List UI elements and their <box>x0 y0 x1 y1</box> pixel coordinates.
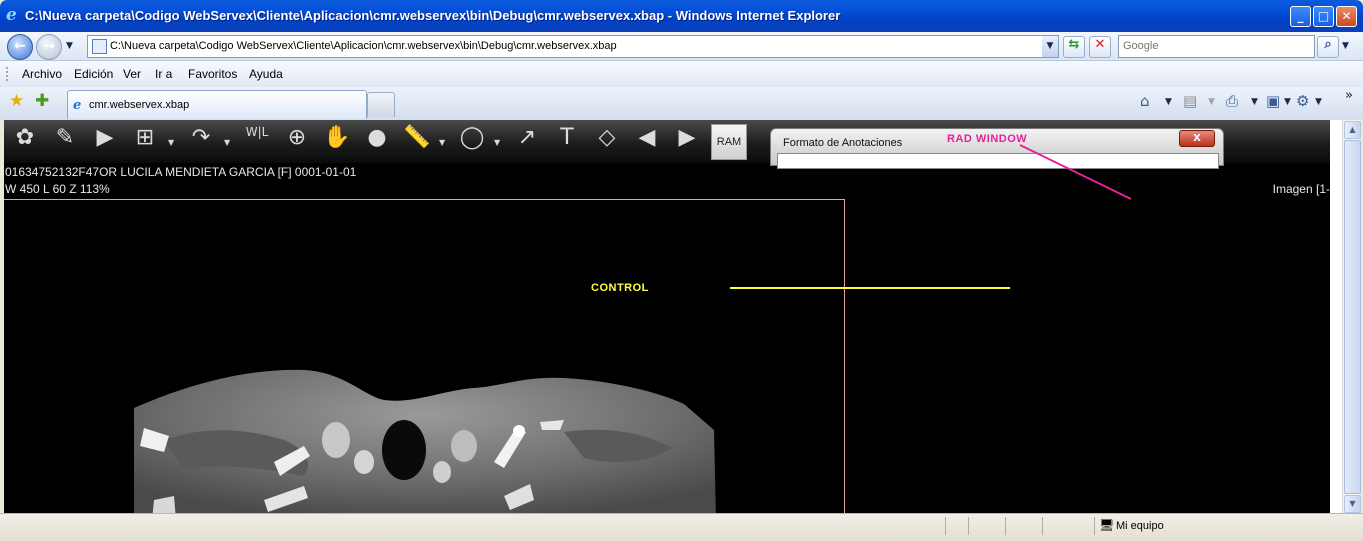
tab-bar: ★ ✚ e cmr.webservex.xbap ⌂ ▼ ▤ ▼ ⎙ ▼ ▣ ▼… <box>0 87 1363 120</box>
recent-pages-dropdown-icon[interactable]: ▼ <box>66 41 73 51</box>
address-field[interactable]: C:\Nueva carpeta\Codigo WebServex\Client… <box>87 35 1059 58</box>
status-bar: 🖥 Mi equipo <box>0 513 1363 541</box>
back-button[interactable]: ← <box>7 34 33 60</box>
forward-arrow-icon: → <box>43 38 55 54</box>
menu-ayuda[interactable]: Ayuda <box>249 67 283 81</box>
title-bar: e C:\Nueva carpeta\Codigo WebServex\Clie… <box>0 0 1363 32</box>
address-dropdown-icon[interactable]: ▼ <box>1042 36 1058 57</box>
forward-button[interactable]: → <box>36 34 62 60</box>
favorites-star-icon[interactable]: ★ <box>9 93 24 110</box>
tools-dropdown-icon[interactable]: ▼ <box>1315 97 1322 107</box>
feeds-dropdown-icon[interactable]: ▼ <box>1208 97 1215 107</box>
print-dropdown-icon[interactable]: ▼ <box>1251 97 1258 107</box>
stop-icon: ✕ <box>1094 37 1106 52</box>
menu-ir-a[interactable]: Ir a <box>155 67 172 81</box>
search-input[interactable] <box>1119 36 1308 55</box>
search-options-dropdown-icon[interactable]: ▼ <box>1342 41 1349 51</box>
ie-page-icon: e <box>73 98 82 113</box>
page-icon <box>92 39 107 54</box>
maximize-button[interactable]: □ <box>1313 6 1334 27</box>
address-url[interactable]: C:\Nueva carpeta\Codigo WebServex\Client… <box>110 40 617 52</box>
menu-archivo[interactable]: Archivo <box>22 67 62 81</box>
home-dropdown-icon[interactable]: ▼ <box>1165 97 1172 107</box>
refresh-icon: ⇆ <box>1068 37 1080 52</box>
magnifier-icon: ⌕ <box>1324 37 1332 52</box>
status-divider <box>968 517 969 535</box>
status-divider <box>1094 517 1095 535</box>
page-menu-icon[interactable]: ▣ <box>1266 93 1280 110</box>
window-title: C:\Nueva carpeta\Codigo WebServex\Client… <box>25 8 841 23</box>
search-field[interactable] <box>1118 35 1315 58</box>
tab-label: cmr.webservex.xbap <box>89 99 190 111</box>
status-divider <box>945 517 946 535</box>
home-icon[interactable]: ⌂ <box>1140 93 1150 110</box>
page-dropdown-icon[interactable]: ▼ <box>1284 97 1291 107</box>
status-divider <box>1042 517 1043 535</box>
menu-edicion[interactable]: Edición <box>74 67 113 81</box>
close-button[interactable]: ✕ <box>1336 6 1357 27</box>
status-divider <box>1005 517 1006 535</box>
ie-logo-icon: e <box>6 5 17 25</box>
content-right-edge <box>1330 120 1342 513</box>
menu-favoritos[interactable]: Favoritos <box>188 67 237 81</box>
security-zone-label: Mi equipo <box>1116 520 1164 532</box>
menu-bar: Archivo Edición Ver Ir a Favoritos Ayuda <box>0 61 1363 88</box>
add-favorite-icon[interactable]: ✚ <box>35 93 49 110</box>
address-toolbar: ← → ▼ C:\Nueva carpeta\Codigo WebServex\… <box>0 32 1363 61</box>
toolbar-grip <box>6 67 10 81</box>
chevron-more-icon[interactable]: » <box>1345 87 1353 104</box>
scroll-thumb[interactable] <box>1344 140 1361 494</box>
annotation-overlay <box>730 144 1132 289</box>
stop-button[interactable]: ✕ <box>1089 36 1111 58</box>
back-arrow-icon: ← <box>14 38 26 54</box>
tools-gear-icon[interactable]: ⚙ <box>1296 93 1309 110</box>
xbap-content: ✿ ✎ ▶ ⊞ ▼ ↷ ▼ W|L ⊕ ✋ ● 📏 ▼ ◯ ▼ ↗ T ◇ ◀ … <box>4 120 1330 513</box>
menu-ver[interactable]: Ver <box>123 67 141 81</box>
scroll-up-arrow-icon[interactable]: ▲ <box>1344 121 1361 139</box>
print-icon[interactable]: ⎙ <box>1226 93 1238 110</box>
new-tab-button[interactable] <box>367 92 395 117</box>
refresh-button[interactable]: ⇆ <box>1063 36 1085 58</box>
feeds-icon[interactable]: ▤ <box>1183 93 1197 110</box>
vertical-scrollbar[interactable]: ▲ ▼ <box>1342 120 1361 513</box>
tab-cmr-webservex[interactable]: e cmr.webservex.xbap <box>67 90 367 119</box>
rad-window-pointer-line <box>1019 144 1132 200</box>
search-button[interactable]: ⌕ <box>1317 36 1339 58</box>
scroll-down-arrow-icon[interactable]: ▼ <box>1344 495 1361 513</box>
minimize-button[interactable]: _ <box>1290 6 1311 27</box>
computer-zone-icon: 🖥 <box>1099 518 1115 532</box>
